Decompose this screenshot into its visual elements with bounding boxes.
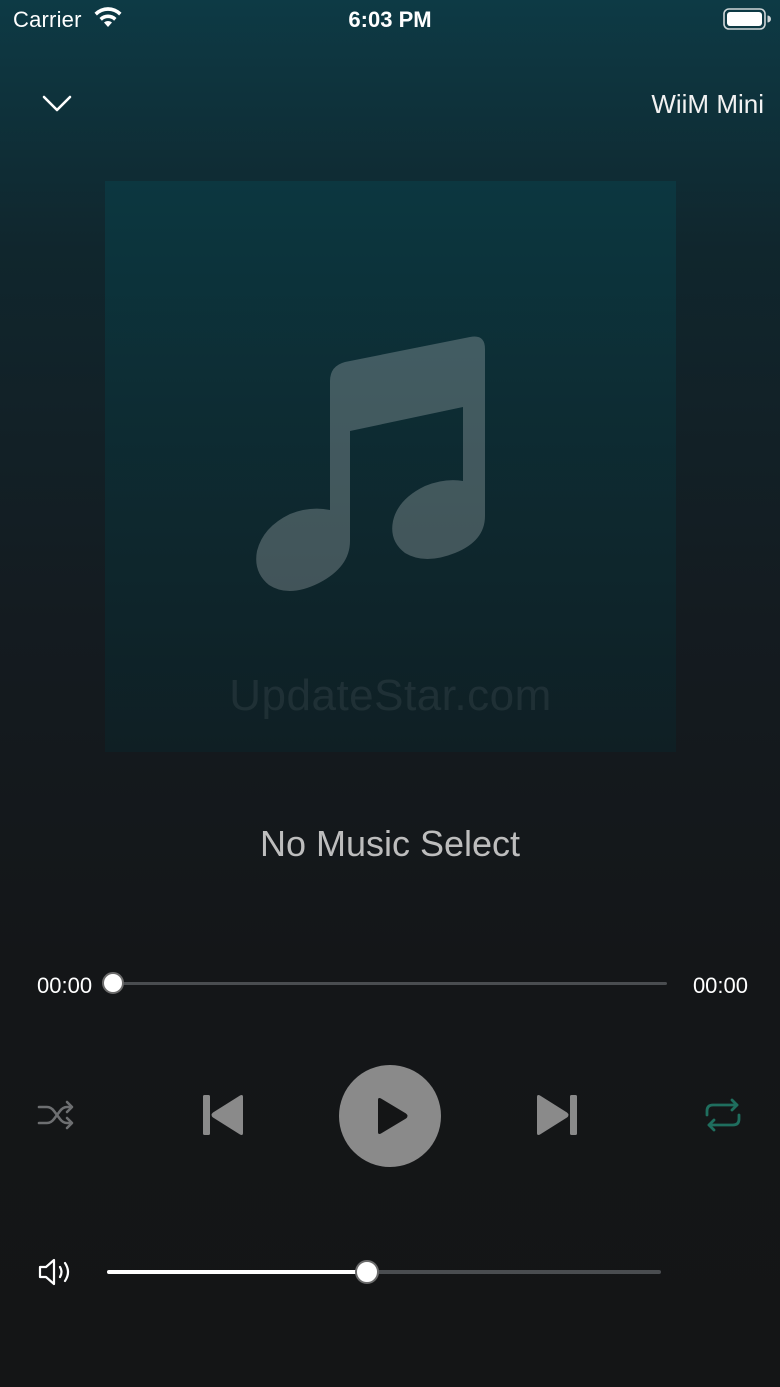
play-button[interactable]: [339, 1065, 441, 1167]
skip-previous-icon: [203, 1095, 243, 1135]
playback-controls: [0, 1060, 780, 1170]
status-time: 6:03 PM: [348, 7, 432, 32]
speaker-volume-icon[interactable]: [36, 1256, 76, 1293]
progress-slider[interactable]: [113, 982, 667, 985]
volume-thumb[interactable]: [355, 1260, 380, 1284]
repeat-icon: [705, 1098, 741, 1132]
album-artwork: UpdateStar.com: [105, 181, 676, 752]
shuffle-icon: [37, 1100, 74, 1130]
play-icon: [378, 1098, 408, 1134]
battery-full-icon: [723, 8, 771, 35]
player-header: WiiM Mini: [0, 80, 780, 130]
artwork-watermark: UpdateStar.com: [229, 671, 552, 720]
volume-slider[interactable]: [107, 1270, 661, 1274]
previous-button[interactable]: [196, 1088, 250, 1142]
progress-thumb[interactable]: [102, 972, 124, 994]
device-name[interactable]: WiiM Mini: [651, 89, 764, 120]
music-note-icon: [256, 336, 485, 592]
track-title: No Music Select: [259, 823, 521, 864]
collapse-button[interactable]: [36, 86, 78, 122]
progress-row: 00:00 00:00: [0, 962, 780, 1006]
volume-row: [0, 1250, 780, 1294]
chevron-down-icon: [42, 95, 72, 112]
elapsed-time: 00:00: [37, 973, 93, 998]
volume-fill: [107, 1270, 368, 1274]
status-bar: Carrier 6:03 PM: [0, 0, 780, 40]
shuffle-button[interactable]: [34, 1093, 78, 1137]
next-button[interactable]: [530, 1088, 584, 1142]
skip-next-icon: [537, 1095, 577, 1135]
total-time: 00:00: [692, 973, 748, 998]
repeat-button[interactable]: [700, 1093, 746, 1137]
